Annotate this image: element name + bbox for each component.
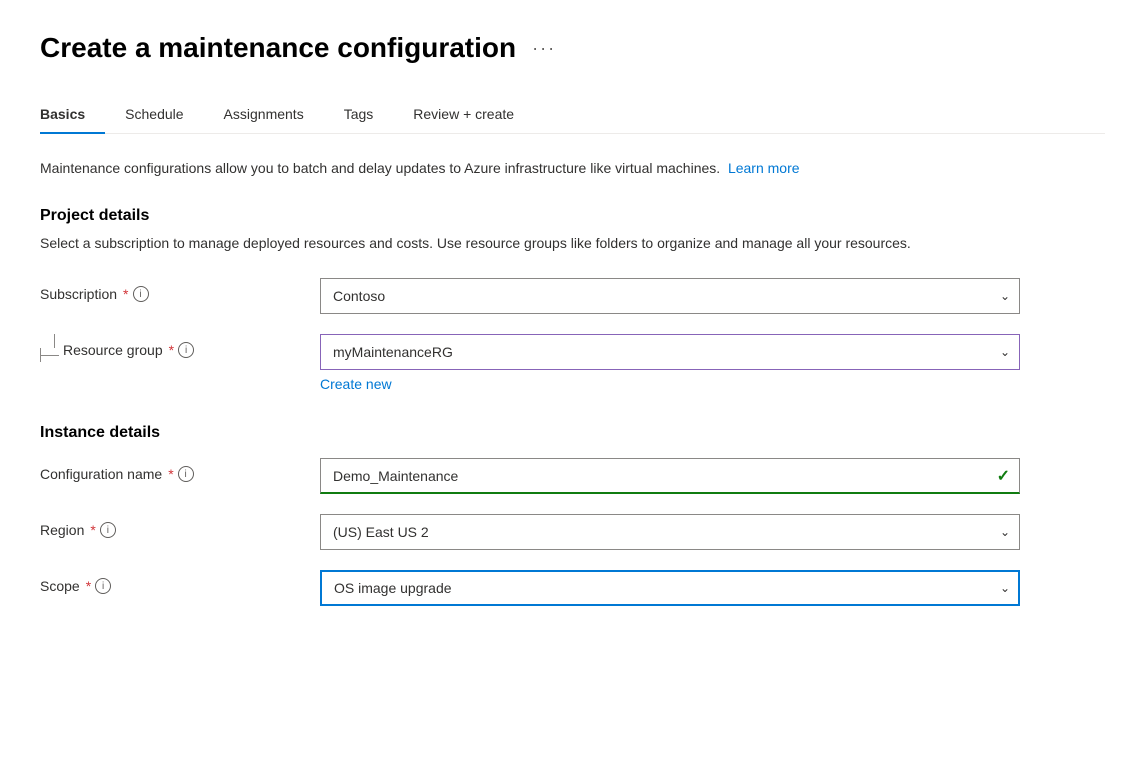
project-details-section: Project details Select a subscription to…: [40, 207, 1105, 392]
create-new-link[interactable]: Create new: [320, 376, 392, 392]
instance-details-section: Instance details Configuration name * i …: [40, 424, 1105, 606]
configuration-name-info-icon[interactable]: i: [178, 466, 194, 482]
subscription-info-icon[interactable]: i: [133, 286, 149, 302]
resource-group-dropdown-wrapper: myMaintenanceRG ⌄: [320, 334, 1020, 370]
tab-bar: Basics Schedule Assignments Tags Review …: [40, 96, 1105, 134]
connector: [40, 334, 59, 362]
project-details-title: Project details: [40, 207, 1105, 225]
resource-group-label-wrapper: Resource group * i: [63, 334, 194, 358]
resource-group-dropdown[interactable]: myMaintenanceRG: [320, 334, 1020, 370]
region-label: Region: [40, 522, 84, 538]
region-dropdown-wrapper: (US) East US 2 ⌄: [320, 514, 1020, 550]
instance-details-title: Instance details: [40, 424, 1105, 442]
page-title: Create a maintenance configuration: [40, 32, 516, 64]
configuration-name-label: Configuration name: [40, 466, 162, 482]
subscription-control: Contoso ⌄: [320, 278, 1020, 314]
tab-review-create[interactable]: Review + create: [393, 96, 534, 134]
page-options-menu[interactable]: ···: [532, 38, 556, 59]
resource-group-info-icon[interactable]: i: [178, 342, 194, 358]
configuration-name-input[interactable]: Demo_Maintenance: [320, 458, 1020, 494]
project-details-description: Select a subscription to manage deployed…: [40, 233, 1105, 254]
region-label-col: Region * i: [40, 514, 320, 538]
resource-group-control: myMaintenanceRG ⌄ Create new: [320, 334, 1020, 392]
configuration-name-row: Configuration name * i Demo_Maintenance …: [40, 458, 1105, 494]
scope-label: Scope: [40, 578, 80, 594]
subscription-dropdown-wrapper: Contoso ⌄: [320, 278, 1020, 314]
scope-row: Scope * i OS image upgrade ⌄: [40, 570, 1105, 606]
tab-schedule[interactable]: Schedule: [105, 96, 203, 134]
connector-horiz: [41, 355, 59, 356]
resource-group-label: Resource group: [63, 342, 163, 358]
subscription-label-col: Subscription * i: [40, 278, 320, 302]
region-row: Region * i (US) East US 2 ⌄: [40, 514, 1105, 550]
configuration-name-required: *: [168, 466, 173, 482]
region-required: *: [90, 522, 95, 538]
learn-more-link[interactable]: Learn more: [728, 160, 800, 176]
configuration-name-input-wrapper: Demo_Maintenance ✓: [320, 458, 1020, 494]
tab-description: Maintenance configurations allow you to …: [40, 158, 1105, 179]
region-dropdown[interactable]: (US) East US 2: [320, 514, 1020, 550]
configuration-name-label-col: Configuration name * i: [40, 458, 320, 482]
region-info-icon[interactable]: i: [100, 522, 116, 538]
scope-control: OS image upgrade ⌄: [320, 570, 1020, 606]
subscription-dropdown[interactable]: Contoso: [320, 278, 1020, 314]
scope-dropdown-wrapper: OS image upgrade ⌄: [320, 570, 1020, 606]
scope-dropdown[interactable]: OS image upgrade: [320, 570, 1020, 606]
subscription-label: Subscription: [40, 286, 117, 302]
tab-tags[interactable]: Tags: [324, 96, 394, 134]
scope-label-col: Scope * i: [40, 570, 320, 594]
scope-required: *: [86, 578, 91, 594]
connector-horizontal-part: [40, 348, 59, 362]
resource-group-row: Resource group * i myMaintenanceRG ⌄ Cre…: [40, 334, 1105, 392]
resource-group-required: *: [169, 342, 174, 358]
configuration-name-control: Demo_Maintenance ✓: [320, 458, 1020, 494]
region-control: (US) East US 2 ⌄: [320, 514, 1020, 550]
resource-group-label-col: Resource group * i: [40, 334, 320, 362]
page-header: Create a maintenance configuration ···: [40, 32, 1105, 64]
subscription-row: Subscription * i Contoso ⌄: [40, 278, 1105, 314]
subscription-required: *: [123, 286, 128, 302]
tab-assignments[interactable]: Assignments: [204, 96, 324, 134]
scope-info-icon[interactable]: i: [95, 578, 111, 594]
tab-basics[interactable]: Basics: [40, 96, 105, 134]
connector-vertical-line: [54, 334, 55, 348]
